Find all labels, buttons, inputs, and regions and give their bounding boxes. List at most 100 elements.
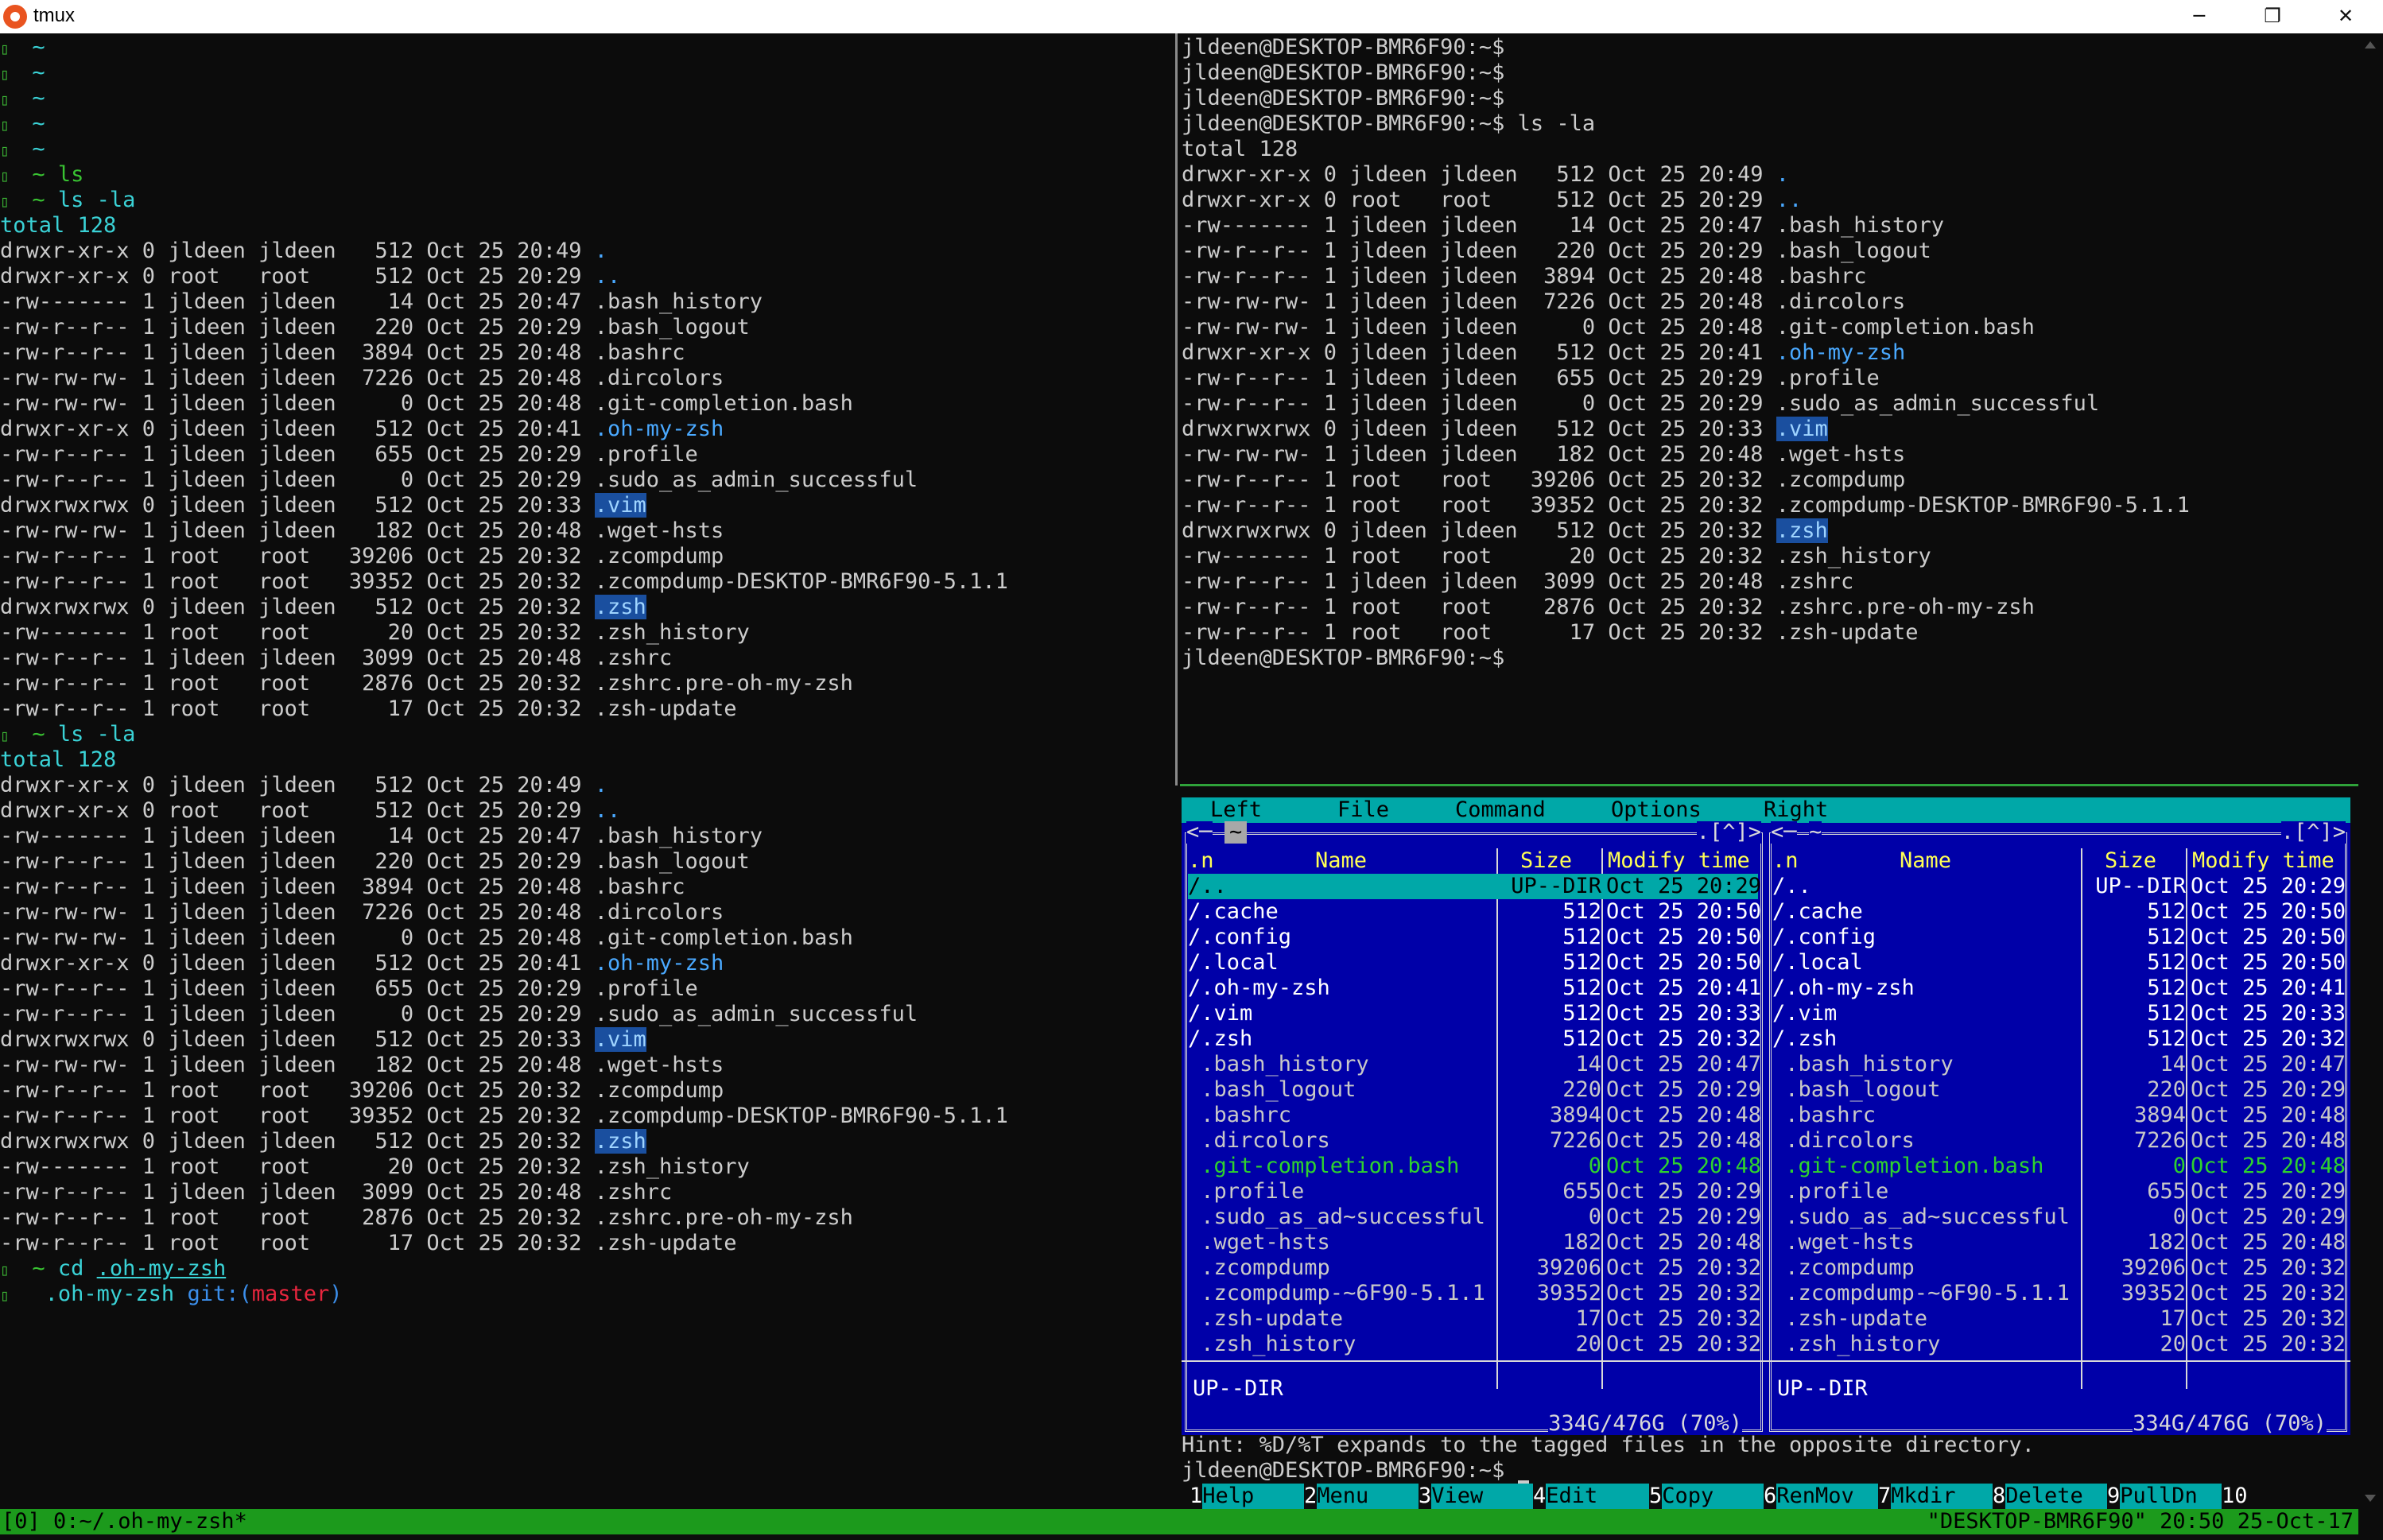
file-row[interactable]: .bashrc 3894 Oct 25 20:48: [1772, 1103, 2346, 1128]
maximize-button[interactable]: ❐: [2236, 0, 2309, 33]
scroll-up-arrow-icon[interactable]: [2365, 41, 2376, 48]
fkey-delete[interactable]: 8Delete: [1993, 1484, 2108, 1509]
file-row[interactable]: /.zsh 512 Oct 25 20:32: [1188, 1026, 1761, 1052]
file-row[interactable]: .bash_history 14 Oct 25 20:47: [1772, 1052, 2346, 1077]
file-row[interactable]: .zsh_history 20 Oct 25 20:32: [1772, 1332, 2346, 1357]
file-row[interactable]: .bash_logout 220 Oct 25 20:29: [1188, 1077, 1761, 1103]
column-n: .n: [1188, 848, 1214, 873]
line-segment: -rw------- 1 root root 20 Oct 25 20:32 .…: [1182, 544, 1931, 568]
file-size: UP--DIR: [2095, 874, 2186, 898]
terminal-line: -rw-rw-rw- 1 jldeen jldeen 0 Oct 25 20:4…: [1182, 315, 2357, 340]
mc-menu-file[interactable]: File: [1337, 797, 1389, 823]
file-row[interactable]: .zcompdump 39206 Oct 25 20:32: [1772, 1255, 2346, 1281]
scroll-down-arrow-icon[interactable]: [2365, 1495, 2376, 1502]
terminal-line: ▯ .oh-my-zsh git:(master): [0, 1282, 1174, 1307]
column-size[interactable]: Size: [2105, 848, 2156, 874]
line-segment: -rw-r--r-- 1 root root 39352 Oct 25 20:3…: [0, 569, 1008, 594]
file-size: 512: [2147, 1026, 2186, 1051]
column-name[interactable]: Name: [1315, 848, 1367, 874]
fkey-copy[interactable]: 5Copy: [1649, 1484, 1764, 1509]
file-row[interactable]: /.vim 512 Oct 25 20:33: [1188, 1001, 1761, 1026]
file-row[interactable]: .wget-hsts 182 Oct 25 20:48: [1188, 1230, 1761, 1255]
minimize-button[interactable]: ─: [2163, 0, 2236, 33]
pane-divider-horizontal[interactable]: [1180, 784, 2358, 786]
file-row[interactable]: .bash_logout 220 Oct 25 20:29: [1772, 1077, 2346, 1103]
line-segment: -rw-r--r-- 1 root root 17 Oct 25 20:32 .…: [0, 696, 737, 721]
fkey-renmov[interactable]: 6RenMov: [1764, 1484, 1879, 1509]
file-name: .zcompdump: [1188, 1255, 1330, 1280]
fkey-menu[interactable]: 2Menu: [1304, 1484, 1419, 1509]
file-modify-time: Oct 25 20:29: [1606, 1204, 1762, 1229]
file-row[interactable]: /.local 512 Oct 25 20:50: [1772, 950, 2346, 976]
line-segment: drwxr-xr-x 0 jldeen jldeen 512 Oct 25 20…: [1182, 162, 1776, 187]
fkey-mkdir[interactable]: 7Mkdir: [1878, 1484, 1993, 1509]
mc-command-line[interactable]: jldeen@DESKTOP-BMR6F90:~$: [1182, 1458, 2350, 1484]
file-row[interactable]: .zsh_history 20 Oct 25 20:32: [1188, 1332, 1761, 1357]
file-row[interactable]: /.. UP--DIR Oct 25 20:29: [1772, 874, 2346, 899]
file-row[interactable]: .dircolors 7226 Oct 25 20:48: [1188, 1128, 1761, 1154]
file-size: 220: [1562, 1077, 1601, 1102]
file-row[interactable]: /.local 512 Oct 25 20:50: [1188, 950, 1761, 976]
file-row[interactable]: .profile 655 Oct 25 20:29: [1188, 1179, 1761, 1204]
file-row[interactable]: .sudo_as_ad~successful 0 Oct 25 20:29: [1772, 1204, 2346, 1230]
file-row[interactable]: /.cache 512 Oct 25 20:50: [1188, 899, 1761, 925]
file-row[interactable]: /.cache 512 Oct 25 20:50: [1772, 899, 2346, 925]
mc-menu-command[interactable]: Command: [1455, 797, 1546, 823]
file-modify-time: Oct 25 20:32: [1606, 1281, 1762, 1305]
line-segment: -rw-rw-rw- 1 jldeen jldeen 7226 Oct 25 2…: [0, 900, 724, 925]
file-row[interactable]: /.. UP--DIR Oct 25 20:29: [1188, 874, 1761, 899]
fkey-quit[interactable]: 10Quit: [2222, 1484, 2350, 1534]
fkey-view[interactable]: 3View: [1419, 1484, 1534, 1509]
file-name: .sudo_as_ad~successful: [1188, 1204, 1485, 1229]
line-segment: cd: [57, 1256, 97, 1281]
file-modify-time: Oct 25 20:48: [1606, 1230, 1762, 1255]
file-row[interactable]: .zsh-update 17 Oct 25 20:32: [1188, 1306, 1761, 1332]
panel-corner-buttons[interactable]: .[^]>: [2280, 821, 2346, 844]
file-modify-time: Oct 25 20:48: [1606, 1103, 1762, 1127]
file-modify-time: Oct 25 20:47: [2191, 1052, 2346, 1076]
file-row[interactable]: .zcompdump 39206 Oct 25 20:32: [1188, 1255, 1761, 1281]
file-row[interactable]: /.config 512 Oct 25 20:50: [1772, 925, 2346, 950]
column-modify-time[interactable]: Modify time: [2192, 848, 2334, 874]
tmux-window-list[interactable]: [0] 0:~/.oh-my-zsh*: [2, 1509, 247, 1534]
file-row[interactable]: .bash_history 14 Oct 25 20:47: [1188, 1052, 1761, 1077]
fkey-help[interactable]: 1Help: [1190, 1484, 1305, 1509]
column-size[interactable]: Size: [1520, 848, 1572, 874]
file-row[interactable]: .git-completion.bash 0 Oct 25 20:48: [1772, 1154, 2346, 1179]
fkey-edit[interactable]: 4Edit: [1533, 1484, 1650, 1509]
file-row[interactable]: /.vim 512 Oct 25 20:33: [1772, 1001, 2346, 1026]
right-terminal-pane[interactable]: jldeen@DESKTOP-BMR6F90:~$ jldeen@DESKTOP-…: [1182, 35, 2357, 671]
file-row[interactable]: .wget-hsts 182 Oct 25 20:48: [1772, 1230, 2346, 1255]
panel-nav-arrows[interactable]: <─: [1771, 821, 1797, 844]
panel-path[interactable]: ~: [1224, 821, 1248, 844]
vertical-scrollbar[interactable]: [2358, 33, 2383, 1511]
panel-nav-arrows[interactable]: <─: [1186, 821, 1213, 844]
mc-menu-options[interactable]: Options: [1611, 797, 1702, 823]
left-terminal-pane[interactable]: ▯ ~ ▯ ~ ▯ ~ ▯ ~ ▯ ~ ▯ ~ ls ▯ ~ ls -la total 128…: [0, 35, 1174, 1507]
column-modify-time[interactable]: Modify time: [1608, 848, 1750, 874]
panel-path[interactable]: ~: [1809, 821, 1822, 844]
file-row[interactable]: .zcompdump-~6F90-5.1.1 39352 Oct 25 20:32: [1188, 1281, 1761, 1306]
file-row[interactable]: .zcompdump-~6F90-5.1.1 39352 Oct 25 20:32: [1772, 1281, 2346, 1306]
file-row[interactable]: /.zsh 512 Oct 25 20:32: [1772, 1026, 2346, 1052]
file-row[interactable]: .profile 655 Oct 25 20:29: [1772, 1179, 2346, 1204]
file-name: .zsh_history: [1188, 1332, 1356, 1356]
terminal-line: ▯ ~: [0, 86, 1174, 111]
column-name[interactable]: Name: [1900, 848, 1951, 874]
file-row[interactable]: /.config 512 Oct 25 20:50: [1188, 925, 1761, 950]
panel-corner-buttons[interactable]: .[^]>: [1696, 821, 1761, 844]
pane-divider[interactable]: [1175, 33, 1178, 786]
file-row[interactable]: .bashrc 3894 Oct 25 20:48: [1188, 1103, 1761, 1128]
file-row[interactable]: .zsh-update 17 Oct 25 20:32: [1772, 1306, 2346, 1332]
mc-right-panel[interactable]: <─ ~ .[^]> .n Name Size Modify time/.. UP--DIR O…: [1766, 821, 2350, 1435]
file-modify-time: Oct 25 20:41: [2191, 976, 2346, 1000]
file-row[interactable]: /.oh-my-zsh 512 Oct 25 20:41: [1772, 976, 2346, 1001]
mc-function-key-bar: 1Help 2Menu 3View 4Edit 5Copy 6RenMov 7Mkdir 8D…: [1182, 1484, 2350, 1534]
close-button[interactable]: ✕: [2309, 0, 2382, 33]
file-row[interactable]: .sudo_as_ad~successful 0 Oct 25 20:29: [1188, 1204, 1761, 1230]
fkey-pulldn[interactable]: 9PullDn: [2107, 1484, 2222, 1509]
file-row[interactable]: .git-completion.bash 0 Oct 25 20:48: [1188, 1154, 1761, 1179]
file-row[interactable]: .dircolors 7226 Oct 25 20:48: [1772, 1128, 2346, 1154]
file-row[interactable]: /.oh-my-zsh 512 Oct 25 20:41: [1188, 976, 1761, 1001]
mc-left-panel[interactable]: <─ ~ .[^]> .n Name Size Modify time/.. UP--DIR O…: [1182, 821, 1766, 1435]
